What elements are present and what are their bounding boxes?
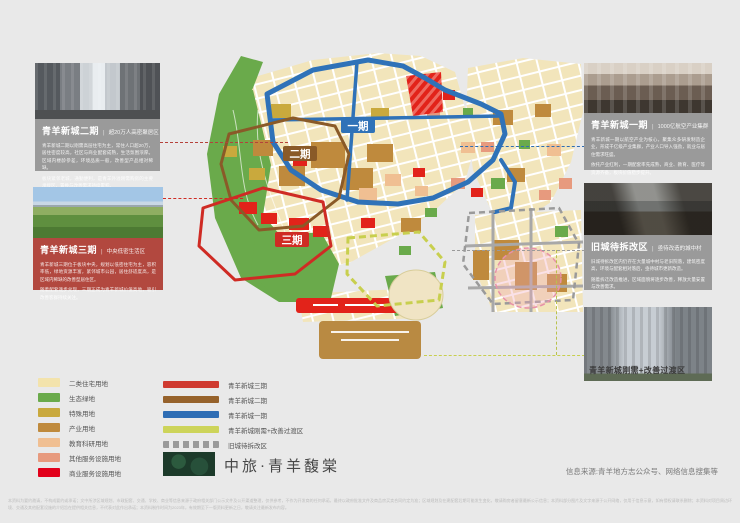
legend-landuse-item: 二类住宅用地 [38, 375, 121, 390]
title-divider: | [101, 249, 103, 255]
callout-tag: 中央低密生活区 [107, 247, 146, 255]
legend-bar [163, 426, 219, 433]
callout-tag: 1000亿航空产业集群 [658, 122, 709, 130]
brand-name: 中旅·青羊馥棠 [224, 455, 340, 476]
legend-landuse-item: 教育科研用地 [38, 435, 121, 450]
legend-swatch [38, 408, 60, 417]
legend-label: 产业用地 [69, 423, 95, 433]
legend-label: 青羊新城二期 [228, 395, 267, 405]
phase1-label: 一期 [341, 118, 375, 133]
legend-label: 教育科研用地 [69, 438, 108, 448]
phase2-photo [35, 63, 160, 119]
landmark-circle [389, 270, 443, 320]
callout-body: 青羊新城三期位于板块中央，规划以低密住宅为主，容积率低，绿地资源丰富，紧邻城市公… [40, 261, 156, 283]
connector-transition-h [424, 355, 585, 356]
phase1-photo [584, 63, 712, 113]
brand-logo-image [163, 452, 215, 476]
transition-photo: 青羊新城刚需+改善过渡区 [584, 307, 712, 381]
legend-label: 青羊新城一期 [228, 410, 267, 420]
legend-bar [163, 411, 219, 418]
callout-body: 依托产业红利，一期配套率先成熟，商业、教育、医疗等资源齐备，板块价值稳步提升。 [591, 161, 705, 176]
legend-swatch [38, 438, 60, 447]
legend-swatch [38, 393, 60, 402]
callout-oldtown: 旧城待拆改区 | 亟待改造的城中村 旧城待拆改区内仍存在大量城中村与老旧院落，建… [584, 183, 712, 290]
connector-phase1 [460, 146, 585, 147]
connector-transition-v [556, 250, 557, 355]
legend-boundary-item: 青羊新城一期 [163, 407, 303, 422]
callout-body: 青羊新城二期以刚需高层住宅为主，常住人口超20万，居住密度较高，社区与商业配套成… [42, 142, 153, 172]
callout-phase1: 青羊新城一期 | 1000亿航空产业集群 青羊新城一期以航空产业为核心，聚集众多… [584, 63, 712, 170]
legend-boundaries: 青羊新城三期青羊新城二期青羊新城一期青羊新城刚需+改善过渡区旧城待拆改区 [163, 377, 303, 452]
callout-title: 青羊新城三期 [40, 243, 97, 256]
callout-body: 随着配套逐步兑现，三期正成为青羊新城价值高地，吸引改善客群持续关注。 [40, 286, 156, 301]
callout-title: 青羊新城刚需+改善过渡区 [589, 365, 685, 376]
callout-phase2: 青羊新城二期 | 超20万人高密聚居区 青羊新城二期以刚需高层住宅为主，常住人口… [35, 63, 160, 171]
legend-swatch [38, 468, 60, 477]
disclaimer-text: 本资料为要约邀请，不构成要约或承诺；文中所涉区域规划、市政配套、交通、学校、商业… [8, 497, 732, 511]
phase2-label: 二期 [283, 146, 317, 161]
legend-label: 二类住宅用地 [69, 378, 108, 388]
callout-title: 青羊新城二期 [42, 124, 99, 137]
legend-boundary-item: 青羊新城三期 [163, 377, 303, 392]
connector-phase3 [163, 198, 243, 199]
legend-boundary-item: 旧城待拆改区 [163, 437, 303, 452]
legend-swatch [38, 423, 60, 432]
svg-text:三期: 三期 [282, 234, 303, 247]
callout-tag: 亟待改造的城中村 [658, 244, 702, 252]
callout-phase3: 青羊新城三期 | 中央低密生活区 青羊新城三期位于板块中央，规划以低密住宅为主，… [33, 187, 163, 290]
phase3-label: 三期 [275, 232, 309, 247]
legend-boundary-item: 青羊新城刚需+改善过渡区 [163, 422, 303, 437]
legend-label: 商业服务设施用地 [69, 468, 121, 478]
svg-text:一期: 一期 [348, 120, 369, 133]
landmark-brown-block [319, 321, 421, 359]
legend-bar [163, 396, 219, 403]
phase3-photo [33, 187, 163, 238]
callout-body: 随着拆迁改造推进，区域面貌将逐步改善，释放大量安置与改善需求。 [591, 276, 705, 291]
callout-body: 旧城待拆改区内仍存在大量城中村与老旧院落，建筑密度高，环境与配套相对落后，亟待城… [591, 258, 705, 273]
callout-transition: 青羊新城刚需+改善过渡区 [584, 307, 712, 381]
legend-landuse-item: 产业用地 [38, 420, 121, 435]
legend-bar [163, 381, 219, 388]
legend-label: 青羊新城刚需+改善过渡区 [228, 425, 303, 435]
connector-oldtown [452, 250, 585, 251]
callout-tag: 超20万人高密聚居区 [109, 128, 159, 136]
legend-label: 其他服务设施用地 [69, 453, 121, 463]
legend-swatch [38, 453, 60, 462]
planning-map: 一期 二期 三期 [163, 50, 588, 370]
title-divider: | [652, 124, 654, 130]
legend-landuse-item: 其他服务设施用地 [38, 450, 121, 465]
legend-landuse-item: 特殊用地 [38, 405, 121, 420]
poster: 一期 二期 三期 青羊新城二期 | 超20万人高密聚居区 青羊新城二期以刚需高层… [0, 0, 740, 523]
connector-phase2 [160, 142, 288, 143]
legend-label: 特殊用地 [69, 408, 95, 418]
callout-title: 青羊新城一期 [591, 118, 648, 131]
title-divider: | [103, 130, 105, 136]
callout-title: 旧城待拆改区 [591, 240, 648, 253]
legend-landuse-item: 生态绿地 [38, 390, 121, 405]
legend-label: 生态绿地 [69, 393, 95, 403]
legend-boundary-item: 青羊新城二期 [163, 392, 303, 407]
legend-landuse: 二类住宅用地生态绿地特殊用地产业用地教育科研用地其他服务设施用地商业服务设施用地 [38, 375, 121, 480]
svg-text:二期: 二期 [290, 148, 311, 161]
legend-bar [163, 441, 219, 448]
source-note: 信息来源:青羊地方志公众号、网络信息搜集等 [566, 466, 718, 477]
oldtown-photo [584, 183, 712, 235]
legend-landuse-item: 商业服务设施用地 [38, 465, 121, 480]
title-divider: | [652, 246, 654, 252]
callout-body: 青羊新城一期以航空产业为核心，聚集众多研发制造企业，形成千亿级产业集群，产业人口… [591, 136, 705, 158]
oldtown-highlight [495, 248, 561, 308]
legend-label: 青羊新城三期 [228, 380, 267, 390]
legend-label: 旧城待拆改区 [228, 440, 267, 450]
legend-swatch [38, 378, 60, 387]
